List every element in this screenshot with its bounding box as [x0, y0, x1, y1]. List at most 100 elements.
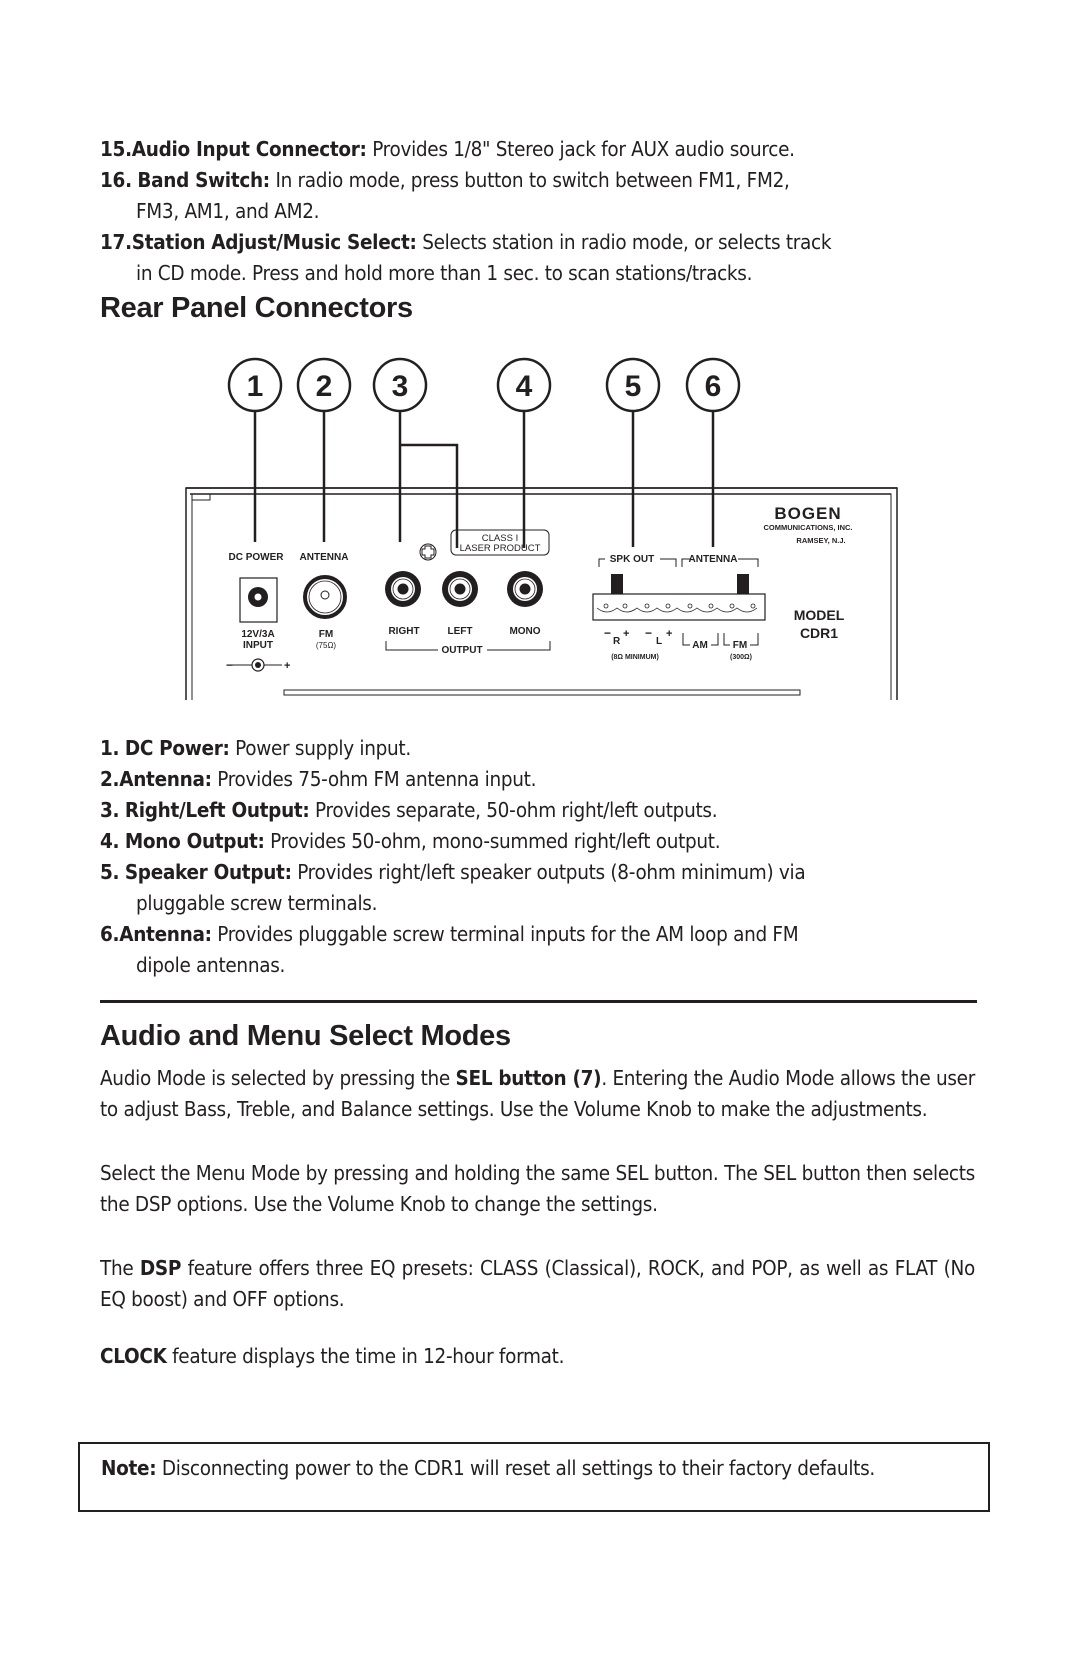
rca-jack-mono	[507, 571, 543, 607]
label-antenna-terminal: ANTENNA	[689, 554, 738, 565]
item-number: 5.	[100, 860, 120, 884]
model-label: MODEL	[794, 607, 845, 623]
item-text: Provides pluggable screw terminal inputs…	[211, 922, 799, 946]
label-laser-product: LASER PRODUCT	[460, 543, 541, 554]
rca-outputs: RIGHT LEFT MONO OUTPUT	[385, 571, 551, 656]
list-item: 16. Band Switch: In radio mode, press bu…	[100, 165, 975, 227]
label-r: R	[613, 636, 621, 647]
item-text: Power supply input.	[229, 736, 411, 760]
bogen-logo: BOGEN COMMUNICATIONS, INC. RAMSEY, N.J. …	[763, 504, 852, 641]
item-term: Mono Output:	[124, 829, 265, 853]
item-text: Provides separate, 50-ohm right/left out…	[309, 798, 718, 822]
item-number: 16.	[100, 168, 132, 192]
brand-name: BOGEN	[774, 504, 841, 523]
fm-antenna-jack: ANTENNA FM (75Ω)	[300, 552, 349, 650]
item-term: Antenna:	[119, 767, 212, 791]
speaker-antenna-terminal-block: SPK OUT ANTENNA − R + − L + AM FM (8Ω MI…	[592, 554, 766, 661]
callout-number: 3	[392, 370, 409, 403]
item-term: Station Adjust/Music Select:	[131, 230, 417, 254]
callout-number: 5	[625, 370, 642, 403]
label-8ohm-minimum: (8Ω MINIMUM)	[611, 654, 659, 661]
item-text: In radio mode, press button to switch be…	[269, 168, 790, 192]
item-continuation: dipole antennas.	[136, 953, 286, 977]
item-number: 1.	[100, 736, 120, 760]
label-fm: FM	[319, 629, 333, 640]
paragraph-menu-mode: Select the Menu Mode by pressing and hol…	[100, 1161, 975, 1216]
section-heading-modes: Audio and Menu Select Modes	[100, 1020, 511, 1052]
list-item: 3. Right/Left Output: Provides separate,…	[100, 795, 975, 826]
polarity-minus: −	[604, 626, 611, 640]
section-heading-rear-panel: Rear Panel Connectors	[100, 292, 413, 324]
polarity-minus: −	[226, 658, 233, 672]
item-continuation: pluggable screw terminals.	[136, 891, 378, 915]
callout-number: 2	[316, 370, 333, 403]
brand-subtitle: COMMUNICATIONS, INC.	[763, 523, 852, 532]
note-label: Note:	[101, 1456, 157, 1480]
list-item: 2.Antenna: Provides 75-ohm FM antenna in…	[100, 764, 975, 795]
polarity-minus: −	[645, 626, 652, 640]
label-l: L	[656, 636, 662, 647]
paragraph-clock: CLOCK feature displays the time in 12-ho…	[100, 1341, 975, 1372]
item-term: DC Power:	[124, 736, 230, 760]
item-text: Provides right/left speaker outputs (8-o…	[291, 860, 806, 884]
modes-section: Audio and Menu Select Modes Audio Mode i…	[100, 1020, 975, 1372]
note-text: Disconnecting power to the CDR1 will res…	[156, 1456, 875, 1480]
dc-power-jack: DC POWER 12V/3A INPUT − +	[226, 552, 290, 672]
model-number: CDR1	[800, 625, 838, 641]
note-box: Note: Disconnecting power to the CDR1 wi…	[78, 1442, 990, 1512]
callout-number: 4	[516, 370, 533, 403]
list-item: 1. DC Power: Power supply input.	[100, 733, 975, 764]
laser-product-label: CLASS I LASER PRODUCT	[450, 529, 550, 556]
list-item: 4. Mono Output: Provides 50-ohm, mono-su…	[100, 826, 975, 857]
label-dc-rating: 12V/3A	[241, 629, 274, 640]
item-number: 4.	[100, 829, 120, 853]
callout-number: 6	[705, 370, 722, 403]
rear-panel-diagram: 1 2 3 4 5 6 DC POWER 12V/3A INPUT − + AN…	[185, 357, 898, 700]
paragraph-audio-mode: Audio Mode is selected by pressing the S…	[100, 1063, 975, 1125]
rca-jack-left	[442, 571, 478, 607]
item-number: 2.	[100, 767, 120, 791]
rca-jack-right	[385, 571, 421, 607]
sel-button-ref: SEL button (7)	[455, 1066, 602, 1090]
label-300ohm: (300Ω)	[730, 654, 752, 661]
label-fm-terminal: FM	[733, 640, 747, 651]
section-divider	[100, 1000, 977, 1003]
item-continuation: in CD mode. Press and hold more than 1 s…	[136, 261, 753, 285]
item-text: Selects station in radio mode, or select…	[416, 230, 832, 254]
text: feature offers three EQ presets: CLASS (…	[100, 1256, 975, 1311]
polarity-plus: +	[666, 628, 672, 640]
item-term: Audio Input Connector:	[131, 137, 367, 161]
item-number: 6.	[100, 922, 120, 946]
polarity-plus: +	[284, 660, 290, 672]
top-item-list: 15.Audio Input Connector: Provides 1/8" …	[100, 134, 975, 325]
label-dc-power: DC POWER	[229, 552, 285, 563]
item-text: Provides 75-ohm FM antenna input.	[211, 767, 537, 791]
item-term: Band Switch:	[137, 168, 270, 192]
paragraph-dsp: The DSP feature offers three EQ presets:…	[100, 1253, 975, 1315]
connector-item-list: 1. DC Power: Power supply input. 2.Anten…	[100, 733, 975, 981]
label-dc-input: INPUT	[243, 640, 273, 651]
label-output: OUTPUT	[441, 645, 482, 656]
item-text: Provides 1/8" Stereo jack for AUX audio …	[366, 137, 795, 161]
label-am: AM	[692, 640, 708, 651]
item-term: Right/Left Output:	[124, 798, 310, 822]
item-number: 3.	[100, 798, 120, 822]
screw-icon	[419, 543, 437, 561]
label-left: LEFT	[448, 626, 473, 637]
list-item: 15.Audio Input Connector: Provides 1/8" …	[100, 134, 975, 165]
item-text: Provides 50-ohm, mono-summed right/left …	[264, 829, 721, 853]
label-right: RIGHT	[388, 626, 419, 637]
callout-number: 1	[247, 370, 264, 403]
label-fm-ohm: (75Ω)	[316, 641, 337, 650]
item-continuation: FM3, AM1, and AM2.	[136, 199, 320, 223]
list-item: 5. Speaker Output: Provides right/left s…	[100, 857, 975, 919]
label-spk-out: SPK OUT	[610, 554, 654, 565]
list-item: 17.Station Adjust/Music Select: Selects …	[100, 227, 975, 289]
item-term: Speaker Output:	[124, 860, 292, 884]
item-number: 17.	[100, 230, 132, 254]
item-term: Antenna:	[119, 922, 212, 946]
dsp-term: DSP	[139, 1256, 182, 1280]
label-mono: MONO	[509, 626, 540, 637]
list-item: 6.Antenna: Provides pluggable screw term…	[100, 919, 975, 981]
item-number: 15.	[100, 137, 132, 161]
